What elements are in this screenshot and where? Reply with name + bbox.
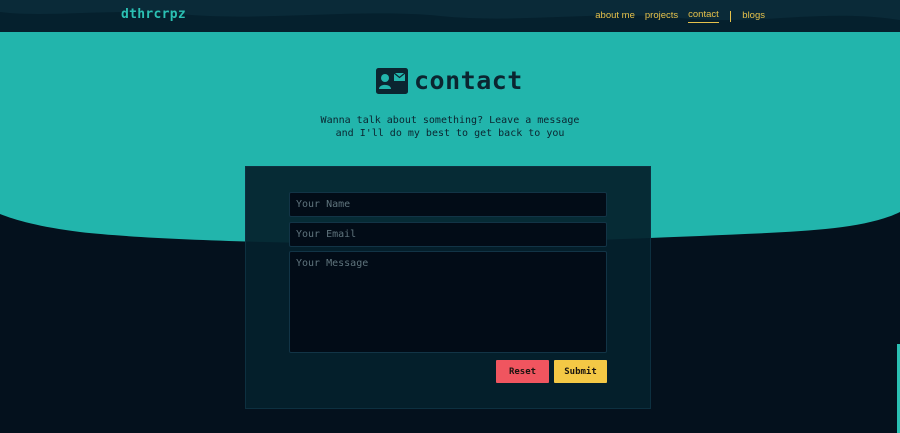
submit-button[interactable]: Submit	[554, 360, 607, 383]
nav-link-about[interactable]: about me	[595, 10, 635, 23]
brand-logo[interactable]: dthrcrpz	[121, 7, 186, 22]
page: dthrcrpz about me projects contact blogs…	[0, 0, 900, 433]
page-subtitle: Wanna talk about something? Leave a mess…	[250, 114, 650, 140]
reset-button[interactable]: Reset	[496, 360, 549, 383]
nav-link-projects[interactable]: projects	[645, 10, 678, 23]
name-input[interactable]	[289, 192, 607, 217]
navbar: dthrcrpz about me projects contact blogs	[0, 0, 900, 32]
subtitle-line-1: Wanna talk about something? Leave a mess…	[320, 115, 580, 126]
nav-link-contact[interactable]: contact	[688, 9, 719, 23]
subtitle-line-2: and I'll do my best to get back to you	[335, 128, 565, 139]
nav-separator	[729, 10, 732, 22]
contact-form-card: Reset Submit	[245, 166, 651, 409]
message-textarea[interactable]	[289, 251, 607, 353]
nav-link-blogs[interactable]: blogs	[742, 10, 765, 23]
page-title: contact	[414, 66, 523, 95]
nav-links: about me projects contact blogs	[595, 9, 765, 23]
contact-card-icon	[376, 67, 408, 94]
email-input[interactable]	[289, 222, 607, 247]
page-heading: contact	[376, 66, 523, 95]
